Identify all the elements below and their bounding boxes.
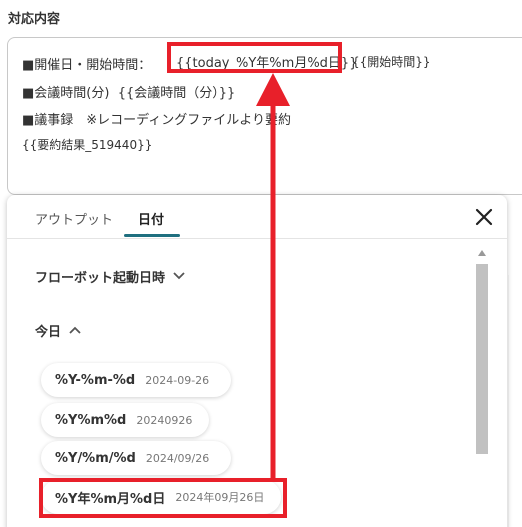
date-format-option[interactable]: %Y年%m月%d日 2024年09月26日 bbox=[41, 480, 281, 514]
panel-scrollbar[interactable] bbox=[475, 250, 489, 527]
editor-line-1-label: ■開催日・開始時間： bbox=[22, 58, 152, 73]
editor-line-2-label: ■会議時間(分) bbox=[22, 86, 110, 101]
chevron-up-icon bbox=[69, 323, 81, 338]
variable-picker-panel: アウトプット 日付 フローボット起動日時 今日 %Y-%m-%d 2024-09… bbox=[7, 195, 507, 527]
date-format-option[interactable]: %Y%m%d 20240926 bbox=[41, 403, 209, 437]
scroll-thumb[interactable] bbox=[476, 264, 488, 454]
date-format-pattern: %Y-%m-%d bbox=[55, 372, 136, 388]
background-divider bbox=[508, 275, 522, 527]
group-flowbot-start[interactable]: フローボット起動日時 bbox=[35, 267, 185, 286]
date-format-option[interactable]: %Y-%m-%d 2024-09-26 bbox=[41, 363, 231, 397]
date-format-pattern: %Y年%m月%d日 bbox=[55, 491, 166, 507]
tab-date[interactable]: 日付 bbox=[138, 209, 164, 228]
panel-tabs: アウトプット 日付 bbox=[7, 195, 507, 239]
editor-line-1: ■開催日・開始時間： bbox=[22, 54, 151, 73]
scroll-up-icon[interactable] bbox=[478, 250, 486, 256]
chevron-down-icon bbox=[173, 269, 185, 284]
today-date-variable[interactable]: {{today_%Y年%m月%d日}} bbox=[176, 52, 357, 71]
date-format-option[interactable]: %Y/%m/%d 2024/09/26 bbox=[41, 441, 231, 475]
meeting-duration-variable[interactable]: {{会議時間（分）}} bbox=[118, 86, 236, 101]
date-format-example: 20240926 bbox=[136, 413, 193, 427]
date-format-example: 2024年09月26日 bbox=[175, 491, 265, 504]
editor-line-2: ■会議時間(分) {{会議時間（分）}} bbox=[22, 82, 235, 101]
date-format-example: 2024-09-26 bbox=[145, 373, 210, 387]
tab-output[interactable]: アウトプット bbox=[35, 209, 113, 228]
section-title: 対応内容 bbox=[8, 12, 61, 27]
editor-line-3: ■議事録 ※レコーディングファイルより要約 bbox=[22, 113, 292, 128]
group-flowbot-start-label: フローボット起動日時 bbox=[35, 271, 166, 286]
date-format-example: 2024/09/26 bbox=[145, 451, 210, 465]
group-today-label: 今日 bbox=[35, 325, 62, 340]
date-format-pattern: %Y%m%d bbox=[55, 412, 127, 428]
date-format-pattern: %Y/%m/%d bbox=[55, 450, 136, 466]
start-time-variable[interactable]: {{開始時間}} bbox=[352, 53, 431, 70]
group-today[interactable]: 今日 bbox=[35, 321, 81, 340]
active-tab-indicator bbox=[124, 234, 180, 237]
close-icon[interactable] bbox=[473, 206, 495, 228]
summary-variable[interactable]: {{要約結果_519440}} bbox=[22, 136, 152, 153]
